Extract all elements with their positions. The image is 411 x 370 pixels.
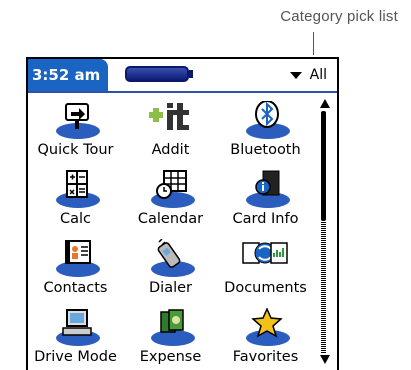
calendar-icon (141, 166, 201, 210)
app-label: Quick Tour (37, 142, 114, 158)
scroll-up-arrow-icon[interactable] (320, 99, 330, 108)
app-card-info[interactable]: Card Info (218, 162, 313, 231)
contacts-icon (46, 235, 106, 279)
app-calendar[interactable]: Calendar (123, 162, 218, 231)
app-label: Calendar (137, 211, 204, 227)
dropdown-triangle-icon (289, 71, 302, 79)
category-pick-list[interactable]: All (289, 65, 327, 85)
title-bar: 3:52 am All (28, 59, 337, 93)
vertical-scrollbar[interactable] (318, 97, 332, 369)
expense-icon (141, 304, 201, 348)
app-label: Documents (224, 280, 307, 296)
app-label: Favorites (232, 349, 299, 365)
category-value: All (309, 67, 327, 83)
app-label: Drive Mode (34, 349, 117, 365)
app-contacts[interactable]: Contacts (28, 231, 123, 300)
palm-screen: 3:52 am All Quick Tour Addit Bluetooth C… (26, 57, 339, 370)
app-label: Contacts (43, 280, 108, 296)
bluetooth-icon (236, 97, 296, 141)
scroll-down-arrow-icon[interactable] (320, 355, 330, 364)
callout-label: Category pick list (280, 8, 398, 25)
app-addit[interactable]: Addit (123, 93, 218, 162)
quick-tour-icon (46, 97, 106, 141)
computer-icon (46, 304, 106, 348)
app-launcher-grid: Quick Tour Addit Bluetooth Calc Calendar… (28, 93, 314, 370)
card-info-icon (236, 166, 296, 210)
app-label: Card Info (232, 211, 299, 227)
app-label: Bluetooth (230, 142, 301, 158)
app-drive-mode[interactable]: Drive Mode (28, 300, 123, 369)
app-quick-tour[interactable]: Quick Tour (28, 93, 123, 162)
app-bluetooth[interactable]: Bluetooth (218, 93, 313, 162)
scroll-track[interactable] (321, 221, 326, 353)
calculator-icon (46, 166, 106, 210)
app-dialer[interactable]: Dialer (123, 231, 218, 300)
clock-tab[interactable]: 3:52 am (28, 59, 108, 91)
phone-icon (141, 235, 201, 279)
callout-leader-line (313, 32, 314, 55)
app-label: Addit (151, 142, 190, 158)
app-documents[interactable]: Documents (218, 231, 313, 300)
app-calc[interactable]: Calc (28, 162, 123, 231)
documents-icon (236, 235, 296, 279)
scroll-thumb[interactable] (321, 111, 326, 221)
battery-icon (125, 66, 189, 82)
app-expense[interactable]: Expense (123, 300, 218, 369)
app-label: Expense (139, 349, 202, 365)
app-label: Dialer (149, 280, 192, 296)
addit-icon (141, 97, 201, 141)
battery-tip (189, 70, 193, 78)
app-label: Calc (59, 211, 91, 227)
app-favorites[interactable]: Favorites (218, 300, 313, 369)
star-icon (236, 304, 296, 348)
